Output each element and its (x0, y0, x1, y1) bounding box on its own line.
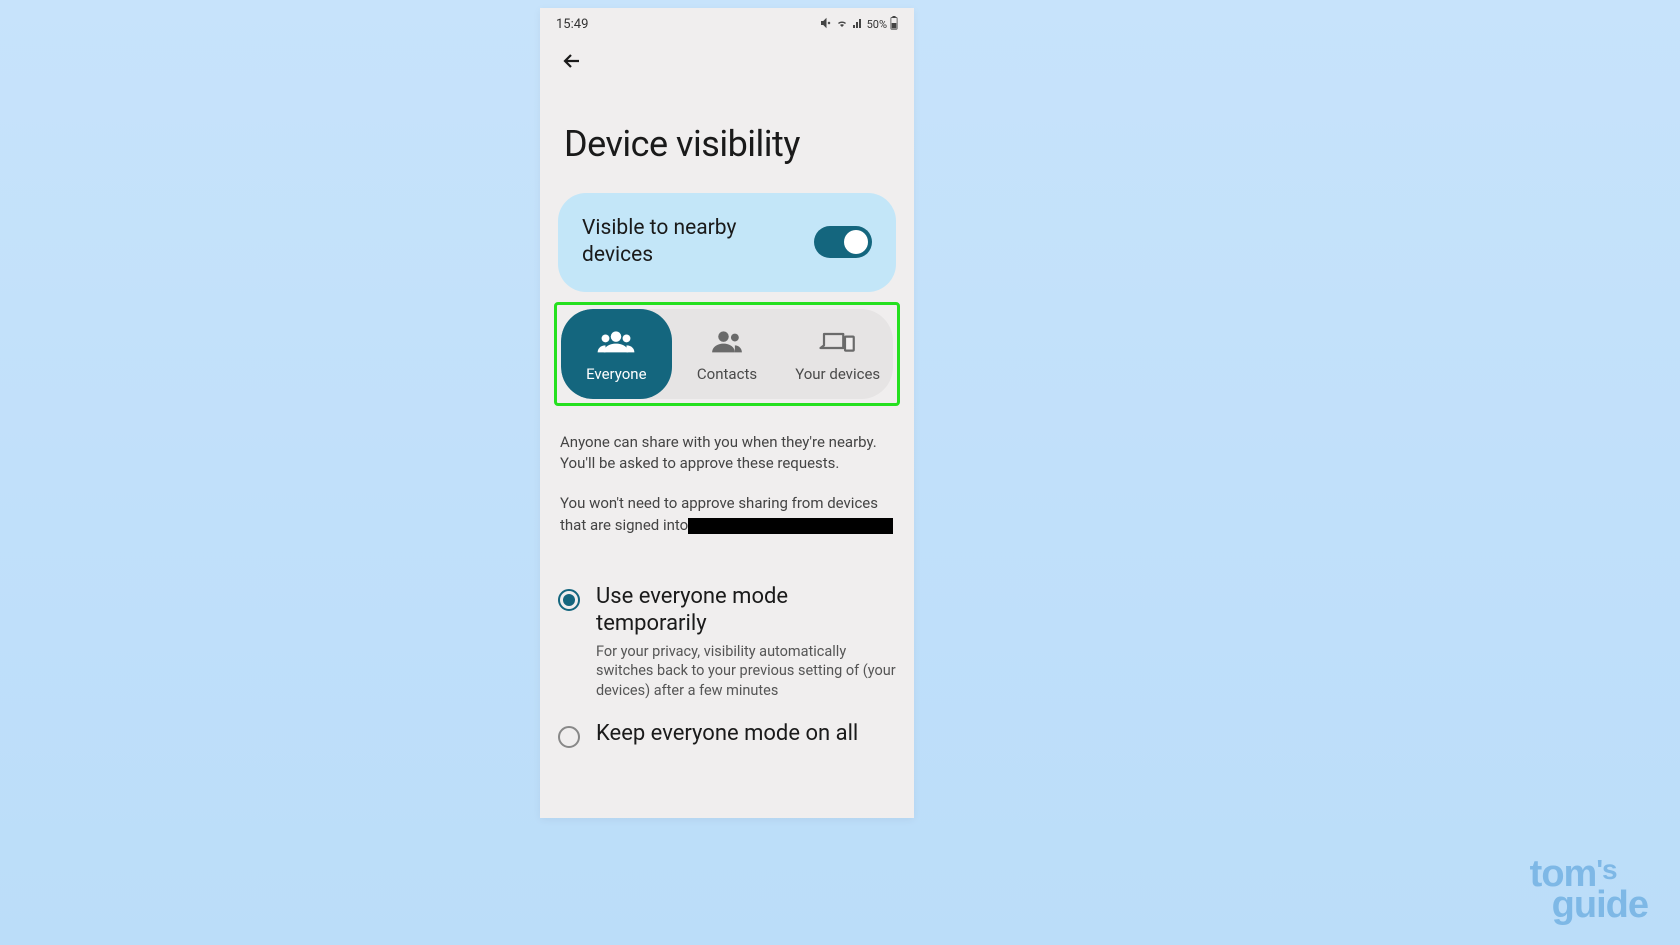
everyone-mode-radio-group: Use everyone mode temporarily For your p… (540, 555, 914, 759)
redacted-email (688, 518, 893, 534)
radio-temporarily-title: Use everyone mode temporarily (596, 583, 896, 638)
phone-screen: 15:49 50% Device visibility Visible to n… (540, 8, 914, 818)
segment-everyone[interactable]: Everyone (561, 309, 672, 399)
wifi-icon (835, 17, 849, 32)
signal-icon (852, 17, 864, 32)
page-title: Device visibility (540, 85, 914, 193)
visibility-toggle-card[interactable]: Visible to nearby devices (558, 193, 896, 292)
devices-icon (817, 327, 859, 355)
arrow-left-icon (560, 49, 584, 73)
radio-temporarily[interactable]: Use everyone mode temporarily For your p… (558, 573, 896, 711)
status-icons: 50% (820, 16, 898, 33)
battery-text: 50% (867, 18, 887, 31)
mute-icon (820, 17, 832, 32)
segment-your-devices-label: Your devices (795, 365, 880, 383)
description-text: Anyone can share with you when they're n… (540, 406, 914, 537)
watermark-logo: tom's guide (1530, 859, 1648, 921)
toggle-label: Visible to nearby devices (582, 215, 782, 270)
status-time: 15:49 (556, 17, 588, 32)
back-button[interactable] (540, 37, 914, 85)
segment-your-devices[interactable]: Your devices (782, 309, 893, 399)
status-bar: 15:49 50% (540, 8, 914, 37)
highlight-box: Everyone Contacts Your devices (554, 302, 900, 406)
segment-contacts-label: Contacts (697, 365, 757, 383)
radio-circle-unselected (558, 726, 580, 748)
radio-keep-on[interactable]: Keep everyone mode on all (558, 710, 896, 758)
everyone-icon (595, 327, 637, 355)
segment-everyone-label: Everyone (586, 365, 646, 383)
desc-para-2: You won't need to approve sharing from d… (560, 493, 894, 537)
segment-contacts[interactable]: Contacts (672, 309, 783, 399)
visibility-segmented-control: Everyone Contacts Your devices (561, 309, 893, 399)
contacts-icon (706, 327, 748, 355)
toggle-switch[interactable] (814, 226, 872, 258)
toggle-knob (844, 230, 868, 254)
battery-icon (890, 16, 898, 33)
radio-dot (563, 594, 575, 606)
radio-keep-on-title: Keep everyone mode on all (596, 720, 896, 748)
radio-temporarily-desc: For your privacy, visibility automatical… (596, 642, 896, 701)
desc-para-1: Anyone can share with you when they're n… (560, 432, 894, 476)
radio-circle-selected (558, 589, 580, 611)
